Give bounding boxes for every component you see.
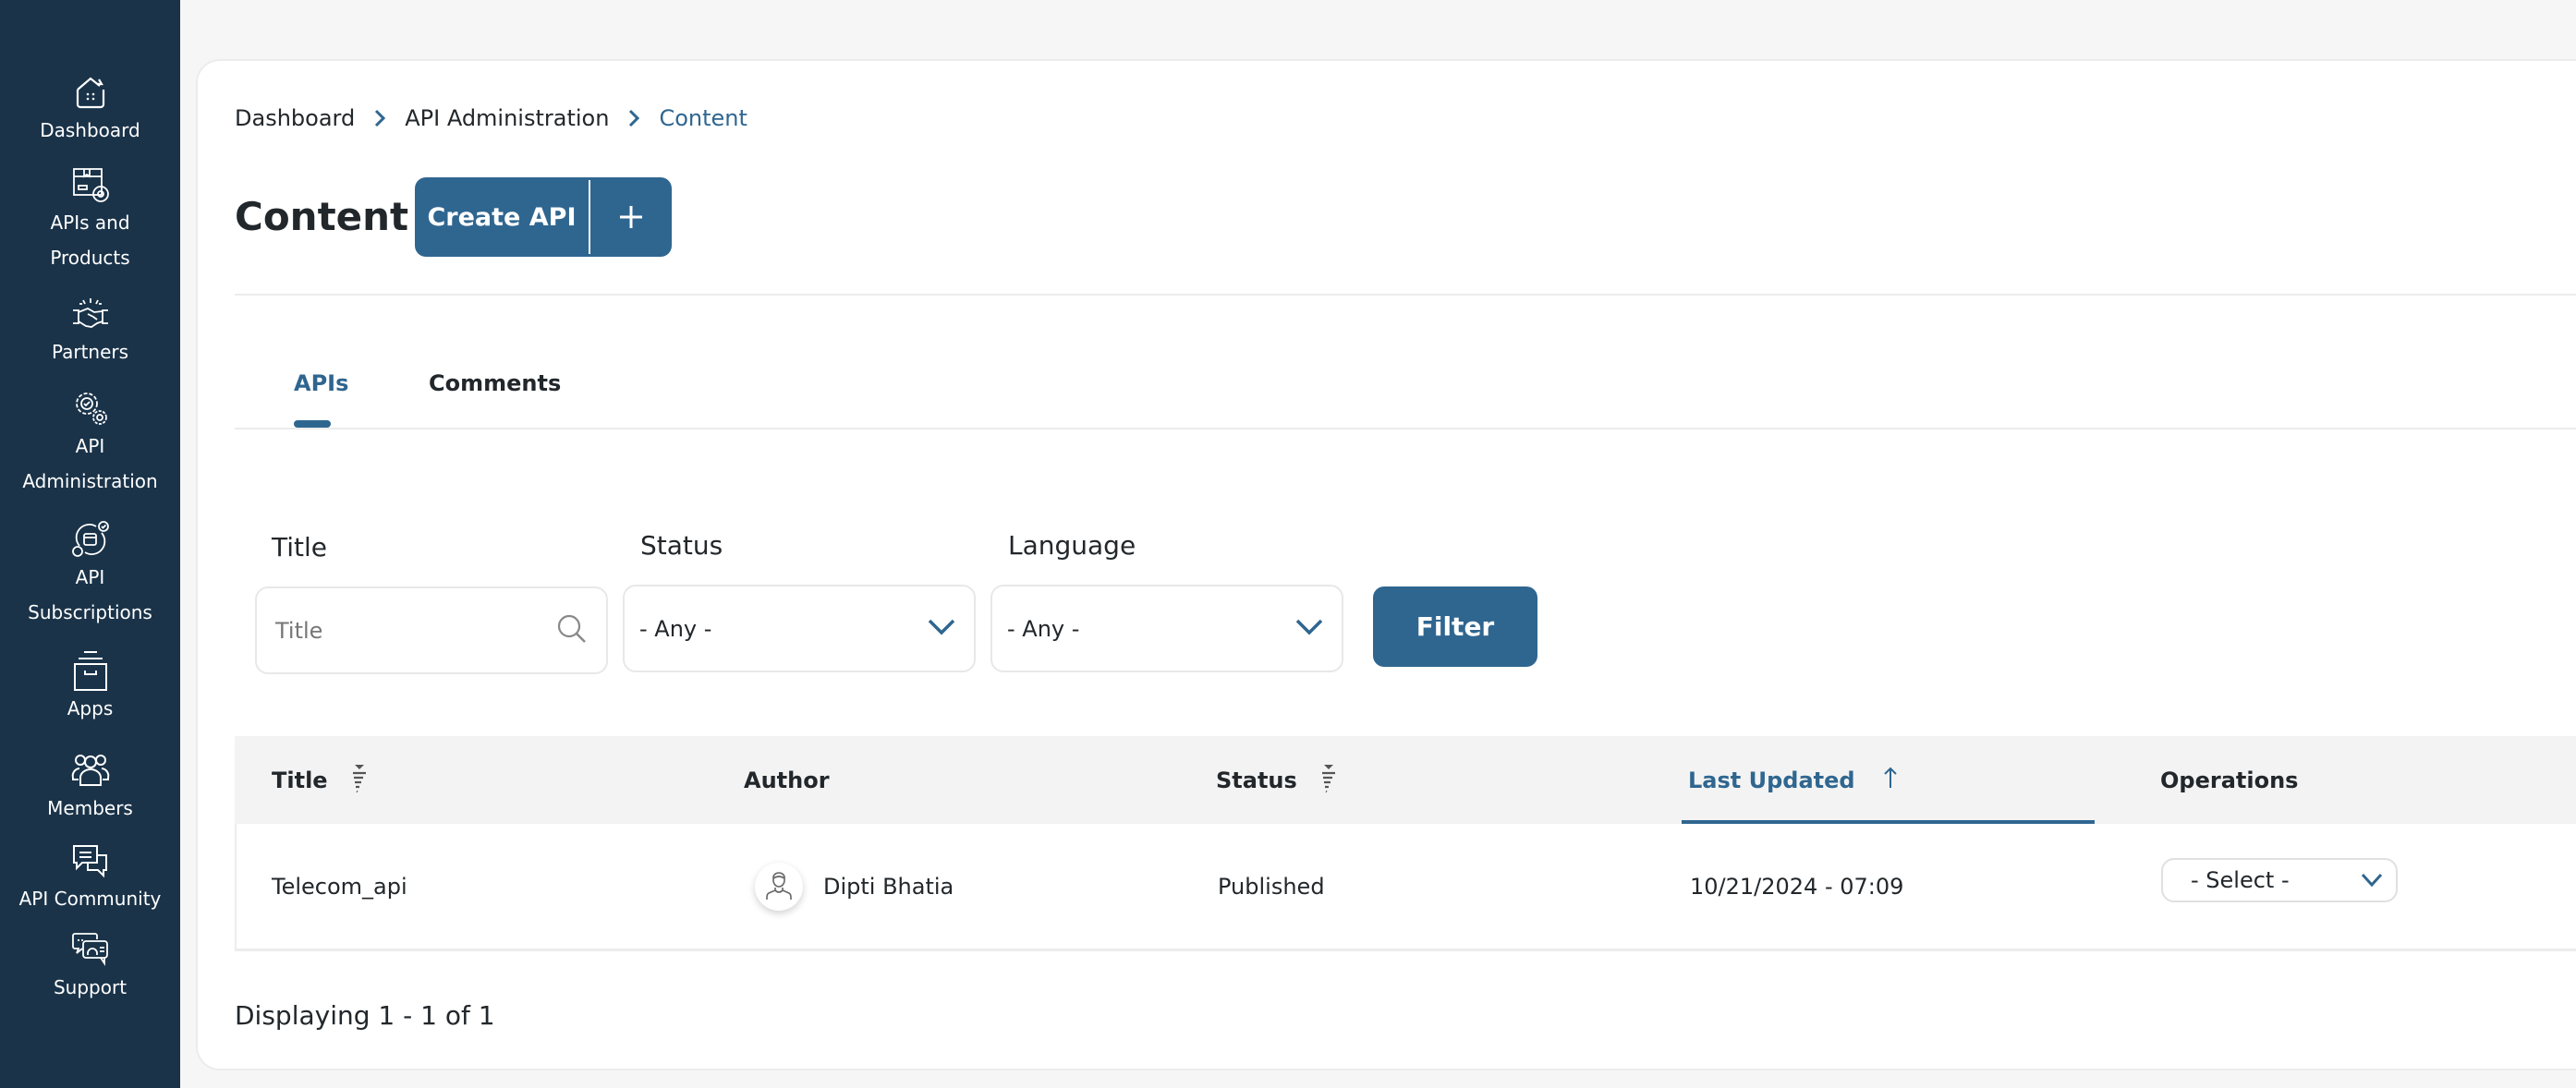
search-icon	[556, 613, 588, 648]
header-divider	[235, 294, 2576, 296]
sidebar-item-label: API	[75, 566, 105, 588]
sidebar-item-label: Subscriptions	[28, 601, 152, 623]
column-header-status[interactable]: Status	[1216, 736, 1338, 824]
status-select[interactable]: - Any -	[623, 585, 976, 672]
breadcrumb: Dashboard API Administration Content	[235, 102, 747, 135]
chevron-right-icon	[366, 104, 394, 132]
sort-icon	[350, 762, 369, 799]
operations-select[interactable]: - Select -	[2161, 858, 2398, 902]
sidebar-item-partners[interactable]: Partners	[0, 294, 180, 369]
active-tab-indicator	[294, 420, 331, 428]
create-api-button-label: Create API	[427, 202, 577, 232]
handshake-icon	[68, 294, 113, 334]
sidebar-item-label: Administration	[22, 470, 158, 492]
cell-last-updated: 10/21/2024 - 07:09	[1690, 873, 1904, 900]
chevron-down-icon	[928, 619, 955, 639]
archive-box-icon	[68, 650, 113, 691]
status-filter-label: Status	[640, 530, 723, 561]
table-header: Title Author Status Last Updated Operati…	[235, 736, 2576, 824]
tab-bar: APIs Comments	[235, 365, 2576, 429]
sidebar-item-dashboard[interactable]: Dashboard	[0, 72, 180, 148]
language-select[interactable]: - Any -	[990, 585, 1343, 672]
sidebar-item-label: API	[75, 435, 105, 457]
filter-button[interactable]: Filter	[1373, 586, 1537, 667]
create-api-button[interactable]: Create API	[415, 177, 672, 257]
tab-apis[interactable]: APIs	[294, 365, 348, 402]
operations-select-value: - Select -	[2191, 867, 2290, 893]
breadcrumb-api-administration[interactable]: API Administration	[405, 105, 609, 131]
sidebar-item-members[interactable]: Members	[0, 750, 180, 826]
cell-author: Dipti Bhatia	[755, 824, 954, 949]
cell-status: Published	[1218, 873, 1325, 900]
author-name: Dipti Bhatia	[823, 873, 954, 900]
dashboard-home-icon	[68, 72, 113, 113]
column-header-author: Author	[744, 767, 830, 793]
column-header-operations: Operations	[2160, 767, 2299, 793]
chevron-right-icon	[620, 104, 648, 132]
plus-icon	[590, 204, 672, 230]
sidebar-item-apis-and-products[interactable]: APIs and Products	[0, 164, 180, 275]
gears-icon	[68, 388, 113, 429]
sidebar-item-label: Members	[47, 797, 133, 819]
sidebar: Dashboard APIs and Products Partners API…	[0, 0, 180, 1088]
sidebar-item-support[interactable]: Support	[0, 929, 180, 1005]
members-group-icon	[68, 750, 113, 791]
sidebar-item-label: Partners	[51, 341, 129, 363]
column-header-title[interactable]: Title	[272, 736, 369, 824]
apis-products-box-icon	[68, 164, 113, 205]
tab-comments[interactable]: Comments	[429, 365, 561, 402]
sidebar-item-label: Dashboard	[40, 119, 140, 141]
sidebar-item-label: Apps	[67, 697, 114, 719]
breadcrumb-dashboard[interactable]: Dashboard	[235, 105, 355, 131]
chat-bubbles-icon	[68, 840, 113, 881]
sidebar-item-api-community[interactable]: API Community	[0, 840, 180, 916]
language-filter-label: Language	[1008, 530, 1136, 561]
column-header-label: Last Updated	[1688, 767, 1855, 793]
avatar	[755, 862, 803, 911]
sidebar-item-api-subscriptions[interactable]: API Subscriptions	[0, 519, 180, 630]
chevron-down-icon	[2361, 867, 2383, 893]
subscription-cycle-icon	[68, 519, 113, 560]
sort-icon	[1319, 762, 1338, 799]
sidebar-item-apps[interactable]: Apps	[0, 650, 180, 726]
sidebar-item-label: Products	[50, 247, 130, 269]
title-filter-label: Title	[272, 532, 328, 562]
breadcrumb-content: Content	[659, 105, 747, 131]
column-header-last-updated[interactable]: Last Updated	[1688, 736, 1898, 824]
sidebar-item-api-administration[interactable]: API Administration	[0, 388, 180, 499]
sidebar-item-label: API Community	[18, 888, 162, 910]
support-headset-chat-icon	[68, 929, 113, 970]
column-header-label: Title	[272, 767, 328, 793]
column-header-label: Status	[1216, 767, 1297, 793]
title-search-placeholder: Title	[275, 617, 323, 644]
cell-title[interactable]: Telecom_api	[272, 824, 407, 949]
title-search-input[interactable]: Title	[255, 586, 608, 674]
sidebar-item-label: Support	[53, 976, 128, 998]
pagination-summary: Displaying 1 - 1 of 1	[235, 1000, 495, 1031]
language-select-value: - Any -	[1007, 615, 1080, 642]
chevron-down-icon	[1295, 619, 1323, 639]
page-title: Content	[235, 194, 409, 239]
sidebar-item-label: APIs and	[50, 212, 130, 234]
table-row: Telecom_api Dipti Bhatia Published 10/21…	[235, 824, 2576, 951]
status-select-value: - Any -	[639, 615, 712, 642]
sort-ascending-arrow-icon	[1883, 766, 1898, 795]
